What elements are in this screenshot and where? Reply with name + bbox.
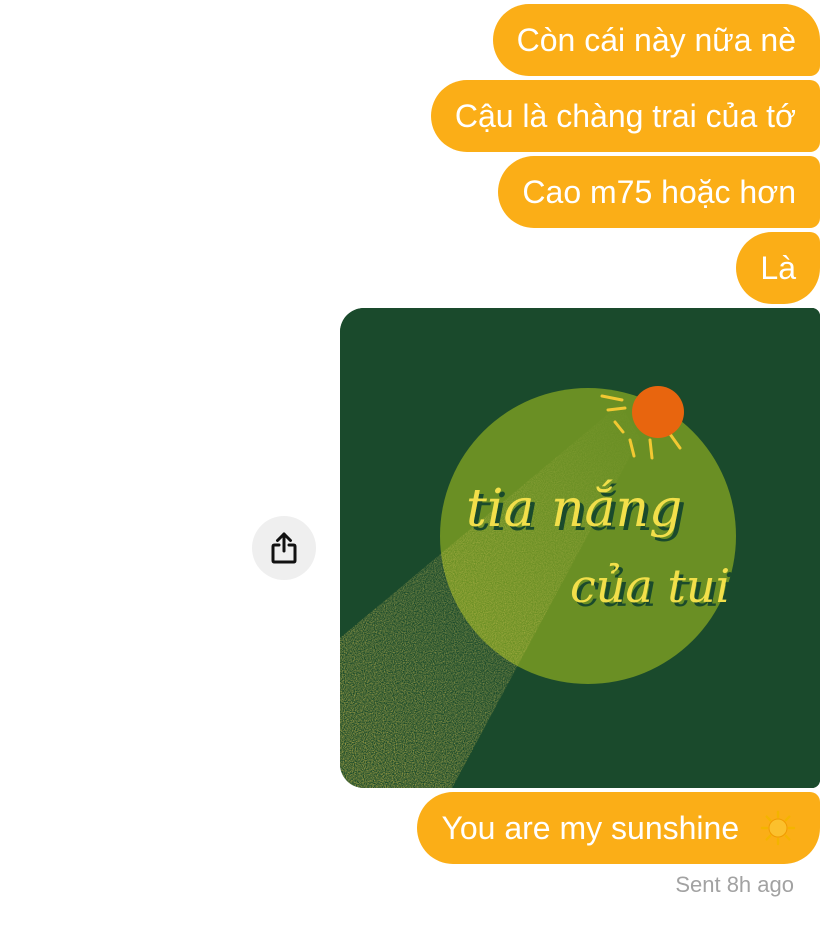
message-bubble[interactable]: Cao m75 hoặc hơn — [498, 156, 820, 228]
message-bubble[interactable]: Cậu là chàng trai của tớ — [430, 80, 820, 152]
message-text: Còn cái này nữa nè — [516, 22, 796, 58]
sent-status: Sent 8h ago — [675, 872, 794, 897]
message-text: You are my sunshine — [441, 810, 740, 846]
shared-image[interactable]: tia nắng tia nắng của tui của tui — [340, 308, 820, 788]
lettering-line1: tia nắng — [466, 479, 682, 539]
share-button[interactable] — [252, 516, 316, 580]
sun-emoji-icon — [760, 810, 796, 845]
lettering-line2: của tui — [570, 559, 730, 613]
sun — [632, 386, 684, 438]
sunshine-illustration: tia nắng tia nắng của tui của tui — [340, 308, 820, 788]
share-icon — [271, 532, 297, 564]
message-text: Là — [760, 250, 796, 286]
message-text: Cao m75 hoặc hơn — [522, 174, 796, 210]
message-bubble[interactable]: You are my sunshine — [417, 792, 820, 864]
message-text: Cậu là chàng trai của tớ — [454, 98, 796, 134]
message-bubble[interactable]: Còn cái này nữa nè — [492, 4, 820, 76]
message-bubble[interactable]: Là — [736, 232, 820, 304]
